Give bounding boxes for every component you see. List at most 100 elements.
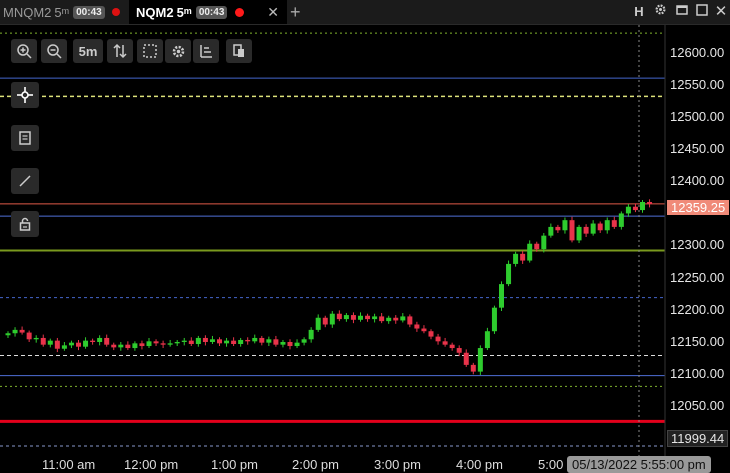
maximize-window-icon[interactable] xyxy=(693,0,711,24)
candle-body xyxy=(625,206,631,214)
candle-body xyxy=(400,316,406,321)
candle-body xyxy=(287,341,293,347)
candle-body xyxy=(188,340,194,345)
candle-body xyxy=(477,348,483,372)
candle-body xyxy=(224,340,230,344)
time-tick-label: 12:00 pm xyxy=(124,457,179,472)
add-tab-button[interactable]: + xyxy=(290,0,301,24)
candle-body xyxy=(414,324,420,329)
selection-box-icon[interactable] xyxy=(137,39,163,63)
zoom-in-icon[interactable] xyxy=(11,39,37,63)
bar-timer-badge: 00:43 xyxy=(195,5,228,19)
candle-body xyxy=(527,243,533,261)
tab-symbol: NQM2 xyxy=(136,4,174,20)
candle-body xyxy=(76,342,81,347)
gear-icon[interactable] xyxy=(651,0,669,24)
price-tick-label: 12500.00 xyxy=(670,109,725,124)
candle-body xyxy=(456,348,462,353)
candle-body xyxy=(26,332,32,340)
tab-nqm2[interactable]: NQM2 5m 00:43 ✕ xyxy=(129,0,287,24)
candle-body xyxy=(449,344,455,349)
close-window-icon[interactable]: ✕ xyxy=(712,0,730,24)
candle-body xyxy=(273,339,279,345)
candle-body xyxy=(506,263,512,285)
crosshair-time-label: 05/13/2022 5:55:00 pm xyxy=(567,456,711,473)
candle-body xyxy=(47,340,53,345)
price-tick-label: 12100.00 xyxy=(670,366,725,381)
candle-body xyxy=(209,339,215,342)
candle-body xyxy=(146,341,152,347)
candle-body xyxy=(160,343,166,345)
candle-body xyxy=(259,337,265,343)
candle-body xyxy=(280,341,286,345)
candle-body xyxy=(435,336,441,342)
candle-body xyxy=(463,352,469,365)
price-tick-label: 12450.00 xyxy=(670,141,725,156)
live-indicator-icon xyxy=(235,7,245,17)
candle-body xyxy=(611,220,617,227)
chart-style-icon[interactable] xyxy=(193,39,219,63)
candle-body xyxy=(294,342,300,347)
candle-body xyxy=(499,284,504,308)
live-indicator-icon xyxy=(111,8,120,16)
candle-body xyxy=(618,213,624,227)
candle-body xyxy=(597,223,603,231)
candle-body xyxy=(365,315,371,320)
candle-body xyxy=(640,202,645,211)
copy-icon[interactable] xyxy=(226,39,252,63)
candle-body xyxy=(19,329,25,333)
tab-interval-unit: m xyxy=(61,6,70,16)
scale-arrows-icon[interactable] xyxy=(107,39,133,63)
tab-bar: MNQM2 5m 00:43 NQM2 5m 00:43 ✕ + H ✕ xyxy=(0,0,730,25)
tab-symbol: MNQM2 xyxy=(3,4,52,20)
crosshair-tool-icon[interactable] xyxy=(11,82,39,108)
candle-body xyxy=(548,226,554,236)
restore-window-icon[interactable] xyxy=(673,0,691,24)
time-tick-label: 2:00 pm xyxy=(292,457,339,472)
price-tick-label: 12250.00 xyxy=(670,270,725,285)
candle-body xyxy=(231,340,237,345)
price-chart[interactable] xyxy=(0,25,730,473)
candle-body xyxy=(252,337,258,342)
candle-body xyxy=(125,344,131,349)
candle-body xyxy=(484,331,490,349)
gear-icon[interactable] xyxy=(165,39,191,63)
candle-body xyxy=(40,337,46,345)
candle-body xyxy=(90,340,96,342)
candle-body xyxy=(83,340,89,347)
candle-body xyxy=(329,313,335,325)
candle-body xyxy=(632,206,638,211)
candle-body xyxy=(576,226,582,241)
tab-interval: 5 xyxy=(176,4,184,20)
candle-body xyxy=(266,339,272,343)
candle-body xyxy=(379,316,385,322)
candle-body xyxy=(202,337,208,342)
candle-body xyxy=(68,342,74,346)
candle-body xyxy=(217,339,222,344)
time-tick-label: 4:00 pm xyxy=(456,457,503,472)
candle-body xyxy=(604,220,610,231)
close-tab-icon[interactable]: ✕ xyxy=(267,4,279,21)
interval-button[interactable]: 5m xyxy=(73,39,103,63)
candle-body xyxy=(555,226,561,231)
candle-body xyxy=(541,235,547,250)
candle-body xyxy=(428,331,434,337)
price-tick-label: 12600.00 xyxy=(670,45,725,60)
candle-body xyxy=(301,339,307,343)
price-tick-label: 12550.00 xyxy=(670,77,725,92)
notes-icon[interactable] xyxy=(11,125,39,151)
candle-body xyxy=(562,220,568,231)
price-tick-label: 12050.00 xyxy=(670,398,725,413)
candle-body xyxy=(534,243,540,250)
candle-body xyxy=(54,340,60,349)
candle-body xyxy=(174,341,180,344)
candle-body xyxy=(181,340,187,342)
zoom-out-icon[interactable] xyxy=(41,39,67,63)
candle-body xyxy=(393,317,399,321)
tab-mnqm2[interactable]: MNQM2 5m 00:43 xyxy=(0,0,128,24)
candle-body xyxy=(407,316,413,325)
price-tick-label: 12400.00 xyxy=(670,173,725,188)
h-button[interactable]: H xyxy=(630,0,648,24)
line-tool-icon[interactable] xyxy=(11,168,39,194)
lock-icon[interactable] xyxy=(11,211,39,237)
